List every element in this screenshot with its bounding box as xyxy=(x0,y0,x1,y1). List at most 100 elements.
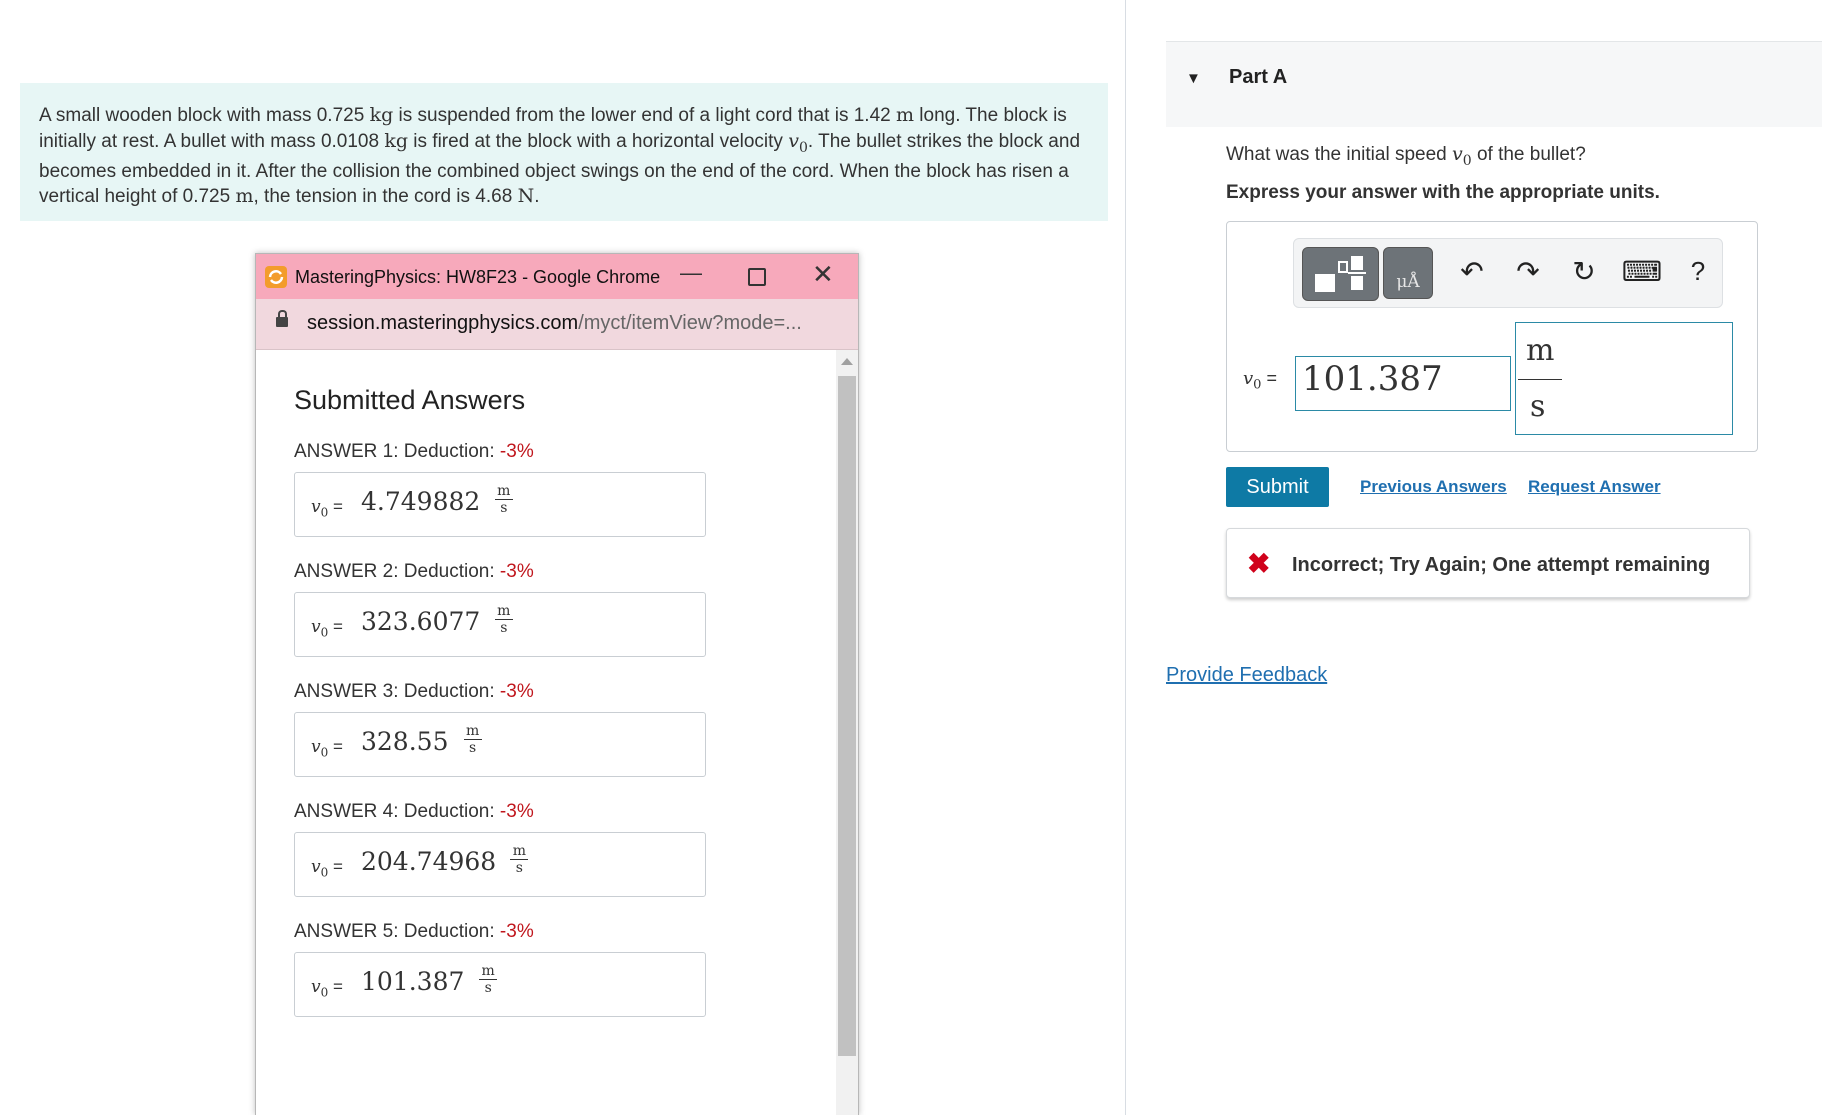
lock-icon[interactable] xyxy=(276,310,288,327)
answer-instruction: Express your answer with the appropriate… xyxy=(1226,182,1660,203)
answer-eq: = xyxy=(328,497,343,516)
answer-variable-label: v0 = xyxy=(311,617,343,639)
unit-numerator: m xyxy=(497,483,511,499)
question-sub: 0 xyxy=(1462,152,1472,169)
app-logo-icon xyxy=(265,266,287,288)
answer-label: ANSWER 1: Deduction: -3% xyxy=(294,441,534,463)
scroll-up-arrow-icon[interactable] xyxy=(841,358,853,365)
submitted-value: 323.6077 xyxy=(361,607,481,636)
submitted-unit: ms xyxy=(494,483,514,516)
deduction-value: -3% xyxy=(499,801,534,822)
caret-down-icon[interactable]: ▼ xyxy=(1186,70,1201,87)
unit-denominator: s xyxy=(515,860,523,876)
answer-var: v xyxy=(311,497,321,517)
submitted-answer-box: v0 = 204.74968 m s xyxy=(294,832,706,897)
submitted-answers-window: MasteringPhysics: HW8F23 - Google Chrome… xyxy=(255,253,859,1115)
submitted-value: 4.749882 xyxy=(361,487,481,516)
submitted-unit: ms xyxy=(478,963,498,996)
answer-eq: = xyxy=(328,857,343,876)
submitted-answer-box: v0 = 4.749882 m s xyxy=(294,472,706,537)
answer-var: v xyxy=(311,857,321,877)
answer-value-input[interactable]: 101.387 xyxy=(1295,356,1511,411)
answer-label-text: ANSWER 4: Deduction: xyxy=(294,801,500,822)
part-title: Part A xyxy=(1229,66,1288,88)
deduction-value: -3% xyxy=(499,561,534,582)
math-toolbar: μÅ ↶ ↷ ↻ ⌨ ? xyxy=(1293,238,1723,308)
problem-segment: . xyxy=(534,186,540,208)
question-suffix: of the bullet? xyxy=(1471,144,1586,165)
answer-eq: = xyxy=(328,617,343,636)
problem-statement: A small wooden block with mass 0.725 kg … xyxy=(20,83,1108,221)
submit-button[interactable]: Submit xyxy=(1226,467,1329,507)
submitted-answer-box: v0 = 328.55 m s xyxy=(294,712,706,777)
unit-denominator: s xyxy=(469,740,477,756)
answer-box: μÅ ↶ ↷ ↻ ⌨ ? v0 = 101.387 m s xyxy=(1226,221,1758,452)
url-host: session.masteringphysics.com xyxy=(307,312,579,334)
unit-numerator: m xyxy=(512,843,527,859)
answer-var: v xyxy=(311,737,321,757)
answer-variable-label: v0 = xyxy=(311,857,343,879)
unit-numerator: m xyxy=(481,963,495,979)
keyboard-icon[interactable]: ⌨ xyxy=(1622,251,1662,291)
submitted-answer-box: v0 = 323.6077 m s xyxy=(294,592,706,657)
maximize-icon[interactable] xyxy=(748,268,766,286)
unit-numerator: m xyxy=(1526,333,1555,368)
question-prefix: What was the initial speed xyxy=(1226,144,1453,165)
reset-icon[interactable]: ↻ xyxy=(1566,251,1602,291)
url-text: session.masteringphysics.com/myct/itemVi… xyxy=(307,312,802,335)
problem-segment: kg xyxy=(384,129,409,152)
unit-denominator: s xyxy=(484,980,492,996)
help-icon[interactable]: ? xyxy=(1680,251,1716,291)
units-button[interactable]: μÅ xyxy=(1383,247,1433,299)
feedback-text: Incorrect; Try Again; One attempt remain… xyxy=(1292,554,1711,576)
answer-variable-label: v0 = xyxy=(311,737,343,759)
scrollbar-thumb[interactable] xyxy=(838,376,856,1056)
answer-unit-input[interactable]: m s xyxy=(1515,322,1733,435)
panel-divider xyxy=(1125,0,1126,1115)
scrollbar[interactable] xyxy=(836,350,858,1115)
answer-var: v xyxy=(311,617,321,637)
address-bar[interactable]: session.masteringphysics.com/myct/itemVi… xyxy=(256,299,858,350)
answer-label-text: ANSWER 2: Deduction: xyxy=(294,561,500,582)
answer-label: ANSWER 3: Deduction: -3% xyxy=(294,681,534,703)
answer-variable-label: v0 = xyxy=(1243,368,1277,393)
answer-label: ANSWER 5: Deduction: -3% xyxy=(294,921,534,943)
unit-denominator: s xyxy=(500,620,508,636)
provide-feedback-link[interactable]: Provide Feedback xyxy=(1166,664,1327,687)
close-icon[interactable]: ✕ xyxy=(812,259,834,290)
answer-var: v xyxy=(1243,368,1254,389)
minimize-icon[interactable]: — xyxy=(680,260,702,286)
problem-segment: v xyxy=(788,129,799,152)
template-button[interactable] xyxy=(1302,247,1379,301)
answer-label: ANSWER 2: Deduction: -3% xyxy=(294,561,534,583)
problem-segment: 0 xyxy=(798,139,808,156)
submitted-unit: ms xyxy=(509,843,529,876)
question-text: What was the initial speed v0 of the bul… xyxy=(1226,143,1586,169)
unit-denominator: s xyxy=(1530,389,1546,424)
answer-label: ANSWER 4: Deduction: -3% xyxy=(294,801,534,823)
undo-icon[interactable]: ↶ xyxy=(1454,251,1490,291)
answer-eq: = xyxy=(328,737,343,756)
problem-segment: A small wooden block with mass 0.725 xyxy=(39,105,370,126)
previous-answers-link[interactable]: Previous Answers xyxy=(1360,477,1507,497)
problem-segment: is suspended from the lower end of a lig… xyxy=(393,105,896,126)
request-answer-link[interactable]: Request Answer xyxy=(1528,477,1661,497)
submitted-value: 328.55 xyxy=(361,727,449,756)
window-title: MasteringPhysics: HW8F23 - Google Chrome xyxy=(295,267,661,287)
part-header[interactable]: ▼ Part A xyxy=(1166,41,1822,127)
answer-label-text: ANSWER 5: Deduction: xyxy=(294,921,500,942)
url-path: /myct/itemView?mode=... xyxy=(578,312,802,334)
template-icon xyxy=(1314,256,1366,292)
answer-variable-label: v0 = xyxy=(311,497,343,519)
submitted-unit: ms xyxy=(494,603,514,636)
submitted-answer-box: v0 = 101.387 m s xyxy=(294,952,706,1017)
answer-var: v xyxy=(311,977,321,997)
unit-fraction-bar xyxy=(1518,379,1562,380)
submitted-unit: ms xyxy=(463,723,483,756)
problem-segment: m xyxy=(895,104,915,126)
window-titlebar[interactable]: MasteringPhysics: HW8F23 - Google Chrome… xyxy=(256,254,858,299)
problem-segment: m xyxy=(235,185,254,208)
redo-icon[interactable]: ↷ xyxy=(1510,251,1546,291)
unit-numerator: m xyxy=(465,723,480,739)
popup-content: Submitted Answers ANSWER 1: Deduction: -… xyxy=(256,350,836,1115)
